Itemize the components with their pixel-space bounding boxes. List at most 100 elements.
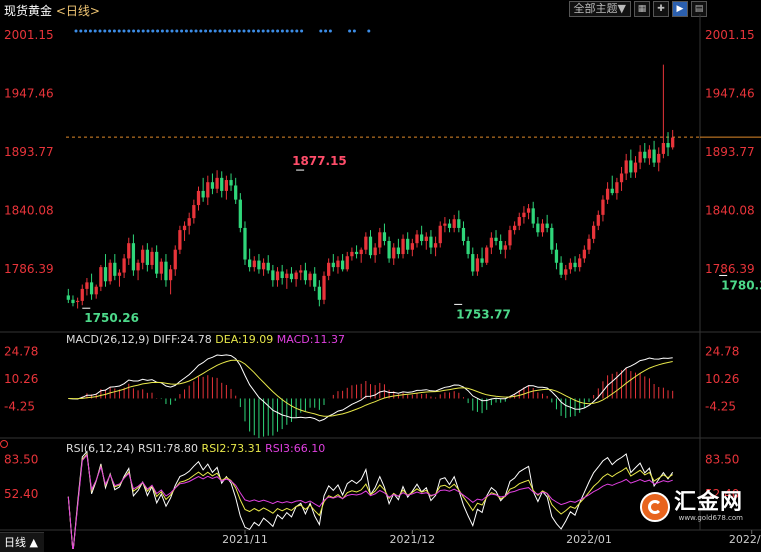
candle-body <box>322 275 326 300</box>
candle-body <box>499 240 503 250</box>
chart-canvas[interactable]: 2001.15 2001.15 1947.46 1947.46 1893.77 1893.… <box>0 0 761 549</box>
candle-body <box>373 247 377 256</box>
period-tab-label: 日线 <box>4 536 26 549</box>
rsi-tick-left: 83.50 <box>4 452 38 466</box>
macd-tick-left: -4.25 <box>4 399 35 413</box>
candle-body <box>66 295 70 300</box>
candle-body <box>582 249 586 259</box>
candle-body <box>461 227 466 241</box>
candle-body <box>145 249 149 265</box>
candle-body <box>638 151 642 163</box>
signal-dot <box>242 29 246 33</box>
candle-body <box>89 282 94 295</box>
candle-body <box>396 247 401 255</box>
candle-body <box>238 199 242 228</box>
candle-body <box>596 214 600 226</box>
candle-body <box>554 249 559 263</box>
signal-dot <box>199 29 203 33</box>
candle-body <box>508 230 512 246</box>
candle-body <box>336 260 340 268</box>
candle-body <box>578 258 582 268</box>
candle-body <box>540 223 545 233</box>
signal-dot <box>151 29 155 33</box>
macd-tick-left: 10.26 <box>4 372 38 386</box>
candle-body <box>75 300 80 302</box>
candle-body <box>252 260 256 268</box>
signal-dot <box>295 29 299 33</box>
signal-dot <box>132 29 136 33</box>
macd-tick-left: 24.78 <box>4 345 38 359</box>
signal-dot <box>204 29 208 33</box>
signal-dot <box>352 29 356 33</box>
candle-body <box>155 251 159 274</box>
signal-dot <box>103 29 107 33</box>
signal-dot <box>93 29 97 33</box>
signal-dot <box>160 29 164 33</box>
candle-body <box>257 260 261 270</box>
rsi-legend: RSI(6,12,24) RSI1:78.80 RSI2:73.31 RSI3:… <box>66 442 326 455</box>
candle-body <box>424 236 428 241</box>
signal-dot <box>256 29 260 33</box>
candle-body <box>331 262 335 268</box>
candle-body <box>141 249 145 263</box>
extreme-label: 1753.77 <box>456 307 511 321</box>
candle-body <box>489 237 493 248</box>
candle-body <box>647 149 652 159</box>
candle-body <box>671 137 675 148</box>
candle-body <box>545 223 549 228</box>
macd-dea-value: 19.09 <box>241 333 274 346</box>
candle-body <box>340 260 345 270</box>
candle-body <box>220 177 224 191</box>
candle-body <box>475 258 480 272</box>
signal-dot <box>74 29 78 33</box>
candle-body <box>494 237 498 241</box>
price-tick-left: 1893.77 <box>4 145 54 159</box>
candle-body <box>248 259 252 268</box>
candle-body <box>313 273 317 287</box>
gold678-logo: 汇金网 www.gold678.com <box>640 492 743 522</box>
rsi2-name: RSI2 <box>201 442 227 455</box>
candle-body <box>224 180 229 191</box>
candle-body <box>261 262 266 270</box>
candle-body <box>420 234 424 241</box>
candle-body <box>531 208 535 224</box>
signal-dot <box>280 29 284 33</box>
logo-text: 汇金网 <box>674 490 744 515</box>
candle-body <box>159 261 163 274</box>
candle-body <box>178 230 182 250</box>
signal-dot <box>122 29 126 33</box>
signal-dot <box>213 29 217 33</box>
signal-dot <box>184 29 188 33</box>
candle-body <box>187 218 191 226</box>
candle-body <box>433 243 438 248</box>
candle-body <box>485 247 489 263</box>
candle-body <box>271 270 275 281</box>
macd-tick-right: -4.25 <box>705 399 736 413</box>
candle-body <box>201 190 205 198</box>
candle-body <box>150 251 154 265</box>
candle-body <box>406 238 410 250</box>
candle-body <box>415 234 419 244</box>
price-tick-right: 1840.08 <box>705 203 755 217</box>
macd-diff-value: 24.78 <box>180 333 212 346</box>
period-tab[interactable]: 日线 ▲ <box>0 532 44 552</box>
indicator-marker-icon <box>0 440 8 448</box>
candle-body <box>587 238 591 250</box>
candle-body <box>215 177 219 189</box>
candle-body <box>559 262 563 275</box>
candle-body <box>164 261 168 281</box>
signal-dot <box>79 29 83 33</box>
candle-body <box>294 272 298 280</box>
candle-body <box>229 180 233 186</box>
signal-dot <box>156 29 160 33</box>
macd-dea-name: DEA <box>215 333 239 346</box>
extreme-label: 1750.26 <box>84 311 139 325</box>
candle-body <box>429 236 433 248</box>
candle-body <box>71 299 75 304</box>
candle-body <box>550 227 554 250</box>
signal-dot <box>98 29 102 33</box>
extreme-label: 1877.15 <box>292 154 347 168</box>
signal-dot <box>117 29 121 33</box>
candle-body <box>666 143 670 148</box>
macd-tick-right: 10.26 <box>705 372 739 386</box>
